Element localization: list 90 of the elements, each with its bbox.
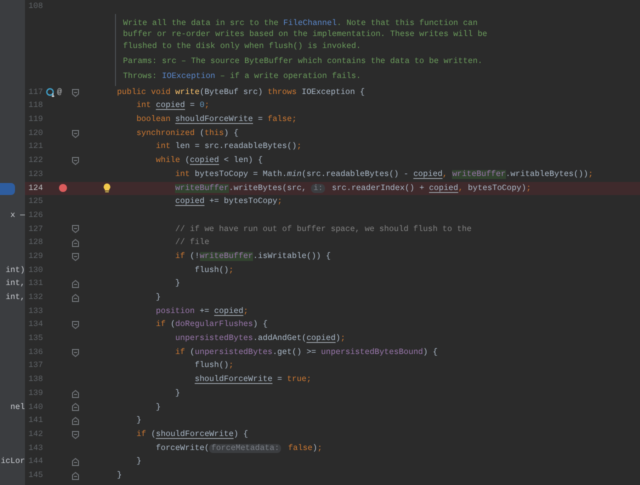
line-number: 143 xyxy=(28,442,43,455)
doc-link[interactable]: FileChannel xyxy=(283,18,337,28)
code-line: position += copied; xyxy=(154,306,248,318)
code-line: forceWrite( forceMetadata: false); xyxy=(154,442,322,455)
code-line: if (unpersistedBytes.get() >= unpersistedBytesBound) { xyxy=(174,346,438,359)
code-line: } xyxy=(174,278,180,290)
code-line: } xyxy=(174,388,180,400)
side-panel-text: icLor xyxy=(0,456,25,468)
lightbulb-icon[interactable] xyxy=(103,183,111,194)
fold-end-marker-icon[interactable] xyxy=(72,294,79,302)
fold-marker-icon[interactable] xyxy=(72,321,79,330)
line-number: 127 xyxy=(28,224,43,236)
code-line: } xyxy=(154,402,161,414)
line-number: 131 xyxy=(28,278,43,290)
code-line: int bytesToCopy = Math.min(src.readableBytes() - copied, writeBuffer.writableBytes()); xyxy=(174,168,594,181)
fold-end-marker-icon[interactable] xyxy=(72,280,79,288)
line-number: 135 xyxy=(28,333,43,346)
override-marker-icon[interactable] xyxy=(46,88,55,98)
doc-comment-summary: Write all the data in src to the FileChannel. Note that this function can buffer or re-order writes based on the implementation. These writes will be flushed to the disk only when flush() is invoked. xyxy=(123,18,488,52)
line-number: 132 xyxy=(28,292,43,304)
fold-marker-icon[interactable] xyxy=(72,225,79,234)
line-number: 128 xyxy=(28,237,43,250)
fold-marker-icon[interactable] xyxy=(72,156,79,165)
line-number: 119 xyxy=(28,114,43,126)
line-number: 136 xyxy=(28,346,43,359)
code-line: boolean shouldForceWrite = false; xyxy=(135,114,297,126)
fold-end-marker-icon[interactable] xyxy=(72,403,79,412)
line-number: 124 xyxy=(28,182,43,194)
at-sign-glyph[interactable]: @ xyxy=(57,86,62,100)
line-number: 139 xyxy=(28,388,43,400)
line-number: 130 xyxy=(28,264,43,277)
code-line: int copied = 0; xyxy=(135,100,210,112)
line-number: 122 xyxy=(28,155,43,168)
code-line: // if we have run out of buffer space, we should flush to the xyxy=(174,224,472,236)
side-panel-text: x — xyxy=(10,210,25,222)
code-line: if (shouldForceWrite) { xyxy=(135,428,248,441)
breakpoint-icon[interactable] xyxy=(59,184,67,192)
line-number: 142 xyxy=(28,428,43,441)
line-number: 118 xyxy=(28,100,43,112)
doc-link[interactable]: IOException xyxy=(162,72,216,82)
fold-end-marker-icon[interactable] xyxy=(72,472,79,480)
code-line: // file xyxy=(174,237,210,250)
line-number: 121 xyxy=(28,141,43,154)
code-line: writeBuffer.writeBytes(src, i: src.readerIndex() + copied, bytesToCopy); xyxy=(174,182,532,194)
fold-end-marker-icon[interactable] xyxy=(72,458,79,466)
side-panel-text: nel xyxy=(10,402,25,414)
line-number: 125 xyxy=(28,196,43,208)
fold-marker-icon[interactable] xyxy=(72,88,79,97)
fold-marker-icon[interactable] xyxy=(72,252,79,261)
line-number: 126 xyxy=(28,210,43,222)
selection-bar[interactable] xyxy=(0,182,15,194)
code-line: } xyxy=(154,292,161,304)
side-panel-text: int) xyxy=(6,264,25,277)
code-line: synchronized (this) { xyxy=(135,128,238,140)
code-line: if (!writeBuffer.isWritable()) { xyxy=(174,250,331,263)
line-number: 117 xyxy=(28,86,43,99)
fold-marker-icon[interactable] xyxy=(72,130,79,138)
doc-params: Params: src – The source ByteBuffer which contains the data to be written. xyxy=(123,56,484,68)
code-line: copied += bytesToCopy; xyxy=(174,196,282,208)
code-line: unpersistedBytes.addAndGet(copied); xyxy=(174,333,346,346)
code-line: flush(); xyxy=(194,360,234,372)
code-line: } xyxy=(135,415,142,428)
side-panel-text: int, xyxy=(6,278,25,290)
line-number: 120 xyxy=(28,128,43,140)
line-number: 144 xyxy=(28,456,43,468)
fold-end-marker-icon[interactable] xyxy=(72,417,79,426)
code-line: } xyxy=(135,456,142,468)
line-number: 123 xyxy=(28,168,43,181)
code-line: if (doRegularFlushes) { xyxy=(154,319,268,332)
code-line: shouldForceWrite = true; xyxy=(194,374,312,386)
line-number: 137 xyxy=(28,360,43,372)
line-number: 133 xyxy=(28,306,43,318)
line-number: 141 xyxy=(28,415,43,428)
fold-end-marker-icon[interactable] xyxy=(72,390,79,398)
doc-throws: Throws: IOException – if a write operation fails. xyxy=(123,71,362,83)
code-line: } xyxy=(116,470,122,482)
line-number: 145 xyxy=(28,470,43,482)
line-number: 138 xyxy=(28,374,43,386)
side-panel-text: int, xyxy=(6,292,25,304)
code-line: int len = src.readableBytes(); xyxy=(154,141,302,154)
line-number: 108 xyxy=(28,1,43,13)
code-line: public void write(ByteBuf src) throws IOException { xyxy=(116,86,365,99)
line-number: 134 xyxy=(28,319,43,332)
fold-marker-icon[interactable] xyxy=(72,430,79,439)
line-number: 129 xyxy=(28,250,43,263)
line-number: 140 xyxy=(28,402,43,414)
code-line: flush(); xyxy=(194,264,234,277)
fold-end-marker-icon[interactable] xyxy=(72,239,79,248)
code-line: while (copied < len) { xyxy=(154,155,263,168)
fold-marker-icon[interactable] xyxy=(72,348,79,357)
